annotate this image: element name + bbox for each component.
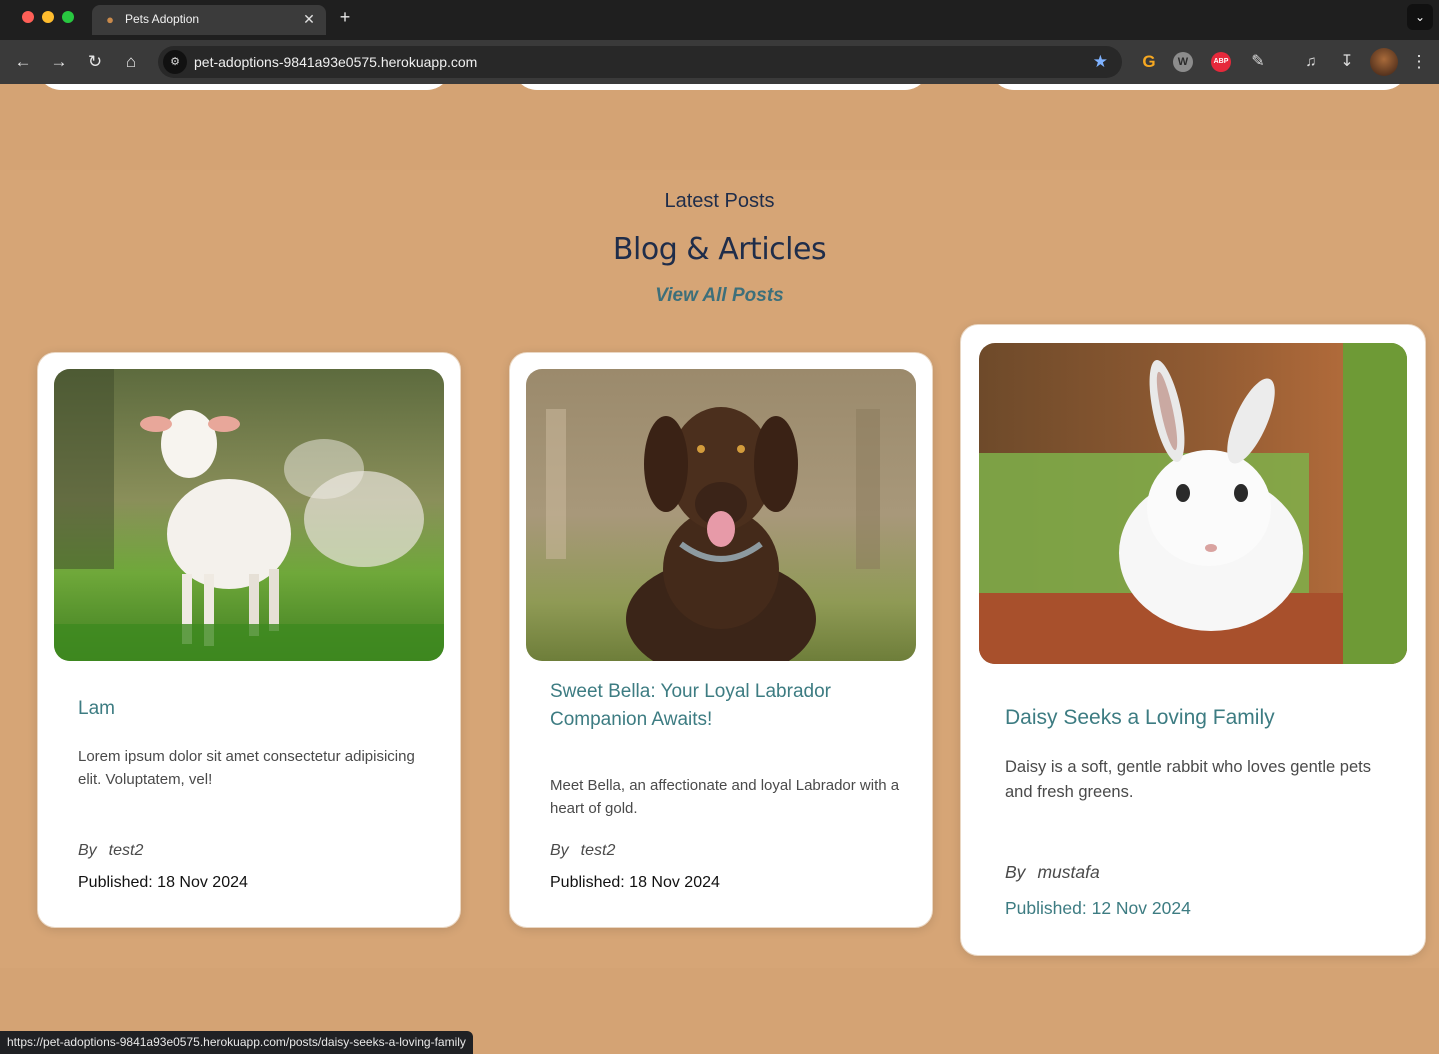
extensions-puzzle-icon[interactable]: ✎ [1246, 50, 1270, 74]
post-author: By test2 [78, 842, 143, 860]
post-title-link[interactable]: Lam [78, 695, 428, 723]
author-name: test2 [108, 842, 144, 859]
media-control-icon[interactable]: ♫ [1299, 50, 1323, 74]
close-tab-icon[interactable]: ✕ [300, 10, 318, 28]
site-info-icon[interactable]: ⚙ [163, 50, 187, 74]
url-text[interactable]: pet-adoptions-9841a93e0575.herokuapp.com [194, 54, 477, 70]
white-rabbit-photo[interactable] [979, 343, 1407, 664]
post-excerpt: Meet Bella, an affectionate and loyal La… [550, 777, 900, 817]
post-excerpt: Daisy is a soft, gentle rabbit who loves… [1005, 758, 1371, 801]
post-published-date: Published: 12 Nov 2024 [1005, 898, 1191, 918]
bookmark-star-icon[interactable]: ★ [1093, 51, 1108, 73]
minimize-window-button[interactable] [42, 11, 54, 23]
reload-icon[interactable]: ↻ [83, 50, 107, 74]
post-excerpt: Lorem ipsum dolor sit amet consectetur a… [78, 748, 415, 788]
post-author: By test2 [550, 842, 615, 860]
previous-card-bottom [37, 84, 451, 90]
maximize-window-button[interactable] [62, 11, 74, 23]
tab-search-chevron-icon[interactable]: ⌄ [1407, 4, 1433, 30]
author-name: test2 [580, 842, 616, 859]
home-icon[interactable]: ⌂ [119, 50, 143, 74]
section-eyebrow: Latest Posts [664, 190, 775, 212]
back-arrow-icon[interactable]: ← [11, 50, 35, 74]
address-bar[interactable]: ⚙ pet-adoptions-9841a93e0575.herokuapp.c… [158, 46, 1122, 78]
browser-tab-bar: ● Pets Adoption ✕ + ⌄ [0, 0, 1439, 40]
post-card[interactable]: Daisy Seeks a Loving Family Daisy is a s… [960, 324, 1426, 956]
view-all-posts-link[interactable]: View All Posts [0, 285, 1439, 307]
page-content: Latest Posts Blog & Articles View All Po… [0, 84, 1439, 1054]
post-published-date: Published: 18 Nov 2024 [78, 874, 248, 891]
new-tab-button[interactable]: + [334, 6, 356, 28]
post-title-link[interactable]: Sweet Bella: Your Loyal Labrador Compani… [550, 678, 900, 733]
lamb-in-grass-photo[interactable] [54, 369, 444, 661]
browser-tab[interactable]: ● Pets Adoption ✕ [92, 5, 326, 35]
adblock-plus-extension-icon[interactable]: ABP [1211, 52, 1231, 72]
more-menu-icon[interactable]: ⋮ [1407, 50, 1431, 74]
previous-card-bottom [990, 84, 1408, 90]
post-card[interactable]: Lam Lorem ipsum dolor sit amet consectet… [37, 352, 461, 928]
author-name: mustafa [1037, 862, 1100, 882]
chocolate-labrador-photo[interactable] [526, 369, 916, 661]
post-title-link[interactable]: Daisy Seeks a Loving Family [1005, 703, 1395, 733]
by-label: By [550, 842, 569, 859]
by-label: By [78, 842, 97, 859]
by-label: By [1005, 862, 1026, 882]
forward-arrow-icon[interactable]: → [47, 50, 71, 74]
dog-favicon-icon: ● [106, 12, 114, 27]
browser-toolbar: ← → ↻ ⌂ ⚙ pet-adoptions-9841a93e0575.her… [0, 40, 1439, 84]
profile-avatar[interactable] [1370, 48, 1398, 76]
download-icon[interactable]: ↧ [1335, 50, 1359, 74]
post-author: By mustafa [1005, 862, 1100, 883]
status-bar-url: https://pet-adoptions-9841a93e0575.herok… [0, 1031, 473, 1054]
grammarly-extension-icon[interactable]: G [1137, 50, 1161, 74]
post-published-date: Published: 18 Nov 2024 [550, 874, 720, 891]
post-card[interactable]: Sweet Bella: Your Loyal Labrador Compani… [509, 352, 933, 928]
section-title: Blog & Articles [612, 232, 827, 267]
close-window-button[interactable] [22, 11, 34, 23]
previous-card-bottom [513, 84, 929, 90]
w-extension-icon[interactable]: W [1173, 52, 1193, 72]
tab-title: Pets Adoption [125, 12, 200, 26]
